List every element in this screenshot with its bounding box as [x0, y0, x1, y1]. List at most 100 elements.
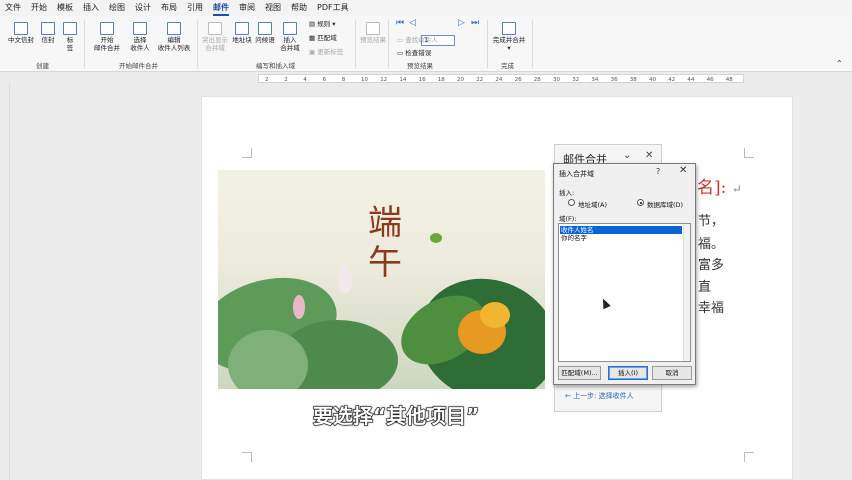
separator: [355, 20, 356, 68]
ruler-number: 46: [706, 77, 714, 83]
vertical-ruler[interactable]: [0, 84, 10, 480]
select-recipients-button[interactable]: 选择 收件人: [126, 22, 154, 52]
menu-item[interactable]: 布局: [161, 0, 177, 16]
previous-step-link[interactable]: ← 上一步: 选择收件人: [565, 391, 634, 401]
cancel-button[interactable]: 取消: [652, 366, 692, 380]
find-recipient-button[interactable]: ▭ 查找收件人: [397, 36, 438, 44]
menu-item[interactable]: 文件: [5, 0, 21, 16]
greeting-icon: [258, 22, 272, 35]
separator: [388, 20, 389, 68]
address-block-button[interactable]: 地址块: [231, 22, 253, 44]
previous-record-icon[interactable]: ◁: [409, 18, 416, 28]
menu-item[interactable]: 帮助: [291, 0, 307, 16]
check-errors-label: 检查错误: [405, 49, 432, 57]
close-icon[interactable]: ✕: [679, 165, 687, 176]
separator: [487, 20, 488, 68]
edit-recipient-list-button[interactable]: 编辑 收件人列表: [156, 22, 192, 52]
help-icon[interactable]: ?: [656, 167, 660, 176]
menu-bar: 文件 开始 模板 插入 绘图 设计 布局 引用 邮件 审阅 视图 帮助 PDF工具: [0, 0, 852, 16]
crop-mark: [744, 148, 754, 158]
horizontal-ruler[interactable]: 2 2 4 6 8 10 12 14 16 18 20 22 24 26 28 30 32 34 36 38 40 42 4…: [0, 72, 852, 84]
doc-line: 富多: [698, 258, 725, 273]
start-mail-merge-button[interactable]: 开始 邮件合并: [90, 22, 124, 52]
doc-line: 直: [698, 280, 712, 295]
list-scrollbar[interactable]: [683, 224, 690, 361]
envelope-label: 信封: [41, 36, 55, 44]
address-fields-label: 地址域(A): [578, 201, 608, 209]
group-preview: 预览结果: [407, 62, 433, 70]
edit-recipient-list-label: 编辑 收件人列表: [157, 36, 191, 52]
ruler-number: 44: [687, 77, 695, 83]
ruler-number: 34: [591, 77, 599, 83]
insert-merge-field-button[interactable]: 插入 合并域: [278, 22, 302, 52]
menu-item[interactable]: 视图: [265, 0, 281, 16]
group-write-insert: 编写和插入域: [256, 62, 295, 70]
ruler-number: 6: [322, 77, 327, 83]
match-fields-button[interactable]: 匹配域(M)...: [558, 366, 601, 380]
ruler-number: 18: [437, 77, 445, 83]
ruler-number: 40: [649, 77, 656, 83]
label-button[interactable]: 标 签: [62, 22, 78, 52]
find-recipient-label: 查找收件人: [405, 36, 438, 44]
last-record-icon[interactable]: ⏭: [471, 18, 479, 28]
image-caption-duanwu: 端午: [368, 203, 402, 283]
check-errors-button[interactable]: ▭ 检查错误: [397, 49, 431, 57]
finish-merge-button[interactable]: 完成并合并 ▾: [491, 22, 527, 52]
next-record-icon[interactable]: ▷: [458, 18, 465, 28]
menu-item[interactable]: 开始: [31, 0, 47, 16]
envelope-button[interactable]: 信封: [38, 22, 58, 44]
menu-item[interactable]: 邮件: [213, 1, 229, 16]
group-start-mail-merge: 开始邮件合并: [119, 62, 158, 70]
abc-icon: [366, 22, 380, 35]
dialog-title: 插入合并域: [559, 170, 594, 178]
rules-button[interactable]: ▤ 规则 ▾: [309, 20, 336, 28]
ruler-number: 10: [361, 77, 368, 83]
address-block-icon: [235, 22, 249, 35]
chinese-envelope-label: 中文信封: [8, 36, 34, 44]
menu-item[interactable]: 设计: [135, 0, 151, 16]
separator: [532, 20, 533, 68]
fields-list[interactable]: 收件人姓名 你的名字: [558, 223, 691, 362]
preview-results-button[interactable]: 预览结果: [360, 22, 386, 44]
menu-item[interactable]: 绘图: [109, 0, 125, 16]
list-item[interactable]: 收件人姓名: [560, 226, 682, 234]
address-block-label: 地址块: [232, 36, 252, 44]
update-labels-button[interactable]: ▣ 更新标签: [309, 48, 343, 56]
ruler-number: 48: [725, 77, 733, 83]
menu-item[interactable]: PDF工具: [317, 0, 349, 16]
mail-merge-icon: [100, 22, 114, 35]
ruler-number: 16: [418, 77, 426, 83]
highlight-merge-fields-button[interactable]: 突出显示 合并域: [200, 22, 230, 52]
ruler-number: 28: [533, 77, 541, 83]
insert-field-icon: [283, 22, 297, 35]
butterfly-shape: [430, 233, 442, 243]
menu-item[interactable]: 审阅: [239, 0, 255, 16]
match-fields-button[interactable]: ▦ 匹配域: [309, 34, 337, 42]
menu-item[interactable]: 模板: [57, 0, 73, 16]
highlight-merge-fields-label: 突出显示 合并域: [202, 36, 228, 52]
collapse-ribbon-icon[interactable]: ⌃: [836, 60, 843, 68]
list-item[interactable]: 你的名字: [560, 234, 682, 242]
fields-label: 域(F):: [559, 215, 577, 223]
pane-options-icon[interactable]: ⌄: [623, 150, 631, 161]
first-record-icon[interactable]: ⏮: [396, 18, 404, 28]
update-labels-label: 更新标签: [317, 48, 344, 56]
address-fields-radio[interactable]: [568, 199, 575, 206]
pane-close-icon[interactable]: ✕: [645, 150, 653, 161]
ruler-number: 32: [572, 77, 580, 83]
menu-item[interactable]: 引用: [187, 0, 203, 16]
database-fields-radio[interactable]: [637, 199, 644, 206]
ruler-number: 12: [380, 77, 388, 83]
greeting-field-tail: 名]: ↵: [697, 173, 742, 198]
separator: [84, 20, 85, 68]
label-icon: [63, 22, 77, 35]
database-fields-label: 数据库域(D): [647, 201, 684, 209]
greeting-line-button[interactable]: 问候语: [254, 22, 276, 44]
ribbon: 中文信封 信封 标 签 创建 开始 邮件合并 选择 收件人 编辑 收件人列表 开…: [0, 16, 852, 72]
match-fields-label: 匹配域: [317, 34, 337, 42]
menu-item[interactable]: 插入: [83, 0, 99, 16]
ruler-number: 4: [303, 77, 307, 83]
chinese-envelope-button[interactable]: 中文信封: [6, 22, 36, 44]
insert-button[interactable]: 插入(I): [608, 366, 648, 380]
insert-merge-field-label: 插入 合并域: [280, 36, 300, 52]
